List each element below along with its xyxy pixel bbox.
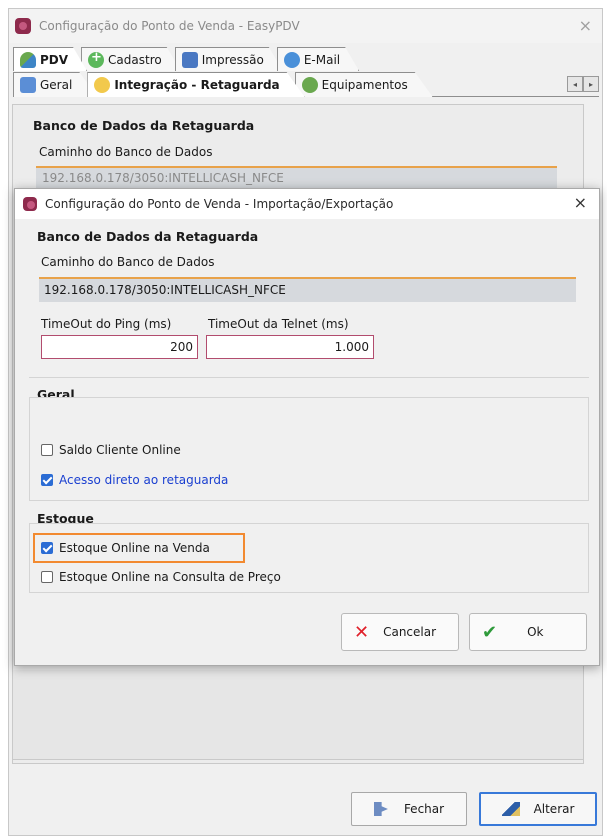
tab-equipamentos[interactable]: Equipamentos bbox=[295, 72, 433, 97]
checkbox-box bbox=[41, 474, 53, 486]
bg-path-label: Caminho do Banco de Dados bbox=[39, 145, 213, 159]
cancel-button[interactable]: ✕ Cancelar bbox=[341, 613, 459, 651]
checkbox-label: Estoque Online na Consulta de Preço bbox=[59, 570, 281, 584]
dialog-title-bar: Configuração do Ponto de Venda - Importa… bbox=[15, 189, 599, 219]
cancel-x-icon: ✕ bbox=[354, 621, 370, 643]
checkbox-box bbox=[41, 444, 53, 456]
divider bbox=[29, 377, 589, 378]
checkmark-icon: ✔ bbox=[482, 621, 498, 643]
dialog-title: Configuração do Ponto de Venda - Importa… bbox=[45, 197, 394, 211]
printer-icon bbox=[182, 52, 198, 68]
tab-pdv[interactable]: PDV bbox=[13, 47, 87, 71]
window-title: Configuração do Ponto de Venda - EasyPDV bbox=[39, 19, 300, 33]
scroll-left-button[interactable]: ◂ bbox=[567, 76, 583, 92]
sync-icon bbox=[94, 77, 110, 93]
email-icon bbox=[284, 52, 300, 68]
path-field[interactable]: 192.168.0.178/3050:INTELLICASH_NFCE bbox=[39, 277, 576, 302]
alterar-button[interactable]: Alterar bbox=[479, 792, 597, 826]
app-logo-icon bbox=[15, 18, 31, 34]
telnet-label: TimeOut da Telnet (ms) bbox=[208, 317, 349, 331]
ping-label: TimeOut do Ping (ms) bbox=[41, 317, 172, 331]
tab-email[interactable]: E-Mail bbox=[277, 47, 359, 71]
tab-label: PDV bbox=[40, 52, 69, 67]
path-label: Caminho do Banco de Dados bbox=[41, 255, 215, 269]
exit-icon bbox=[373, 802, 388, 816]
dialog-close-icon[interactable]: × bbox=[574, 193, 587, 212]
ok-label: Ok bbox=[527, 625, 544, 639]
app-logo-icon bbox=[23, 197, 37, 211]
top-tabs: PDV Cadastro Impressão E-Mail bbox=[13, 47, 353, 71]
checkbox-box bbox=[41, 542, 53, 554]
bg-path-field[interactable]: 192.168.0.178/3050:INTELLICASH_NFCE bbox=[36, 166, 557, 188]
alterar-label: Alterar bbox=[533, 802, 575, 816]
estoque-consulta-checkbox[interactable]: Estoque Online na Consulta de Preço bbox=[41, 570, 281, 584]
tab-label: Equipamentos bbox=[321, 78, 408, 92]
title-bar: Configuração do Ponto de Venda - EasyPDV… bbox=[9, 9, 602, 43]
sub-tabs: Geral Integração - Retaguarda Equipament… bbox=[13, 72, 599, 97]
tab-label: Geral bbox=[40, 78, 73, 92]
grid-icon bbox=[20, 77, 36, 93]
fechar-button[interactable]: Fechar bbox=[351, 792, 467, 826]
bottom-bar: Fechar Alterar bbox=[8, 776, 603, 836]
close-icon[interactable]: × bbox=[579, 16, 592, 35]
plus-icon bbox=[88, 52, 104, 68]
tab-geral[interactable]: Geral bbox=[13, 72, 97, 97]
ping-timeout-input[interactable]: 200 bbox=[41, 335, 198, 359]
estoque-venda-checkbox[interactable]: Estoque Online na Venda bbox=[41, 541, 210, 555]
tab-scroll-buttons: ◂ ▸ bbox=[567, 76, 599, 92]
cancel-label: Cancelar bbox=[383, 625, 437, 639]
acesso-direto-checkbox[interactable]: Acesso direto ao retaguarda bbox=[41, 473, 228, 487]
checkbox-label: Saldo Cliente Online bbox=[59, 443, 181, 457]
bg-panel-lower bbox=[12, 670, 584, 760]
tab-label: Integração - Retaguarda bbox=[114, 78, 280, 92]
checkbox-label: Acesso direto ao retaguarda bbox=[59, 473, 229, 487]
tab-impressao[interactable]: Impressão bbox=[175, 47, 283, 71]
tab-integracao-retaguarda[interactable]: Integração - Retaguarda bbox=[87, 72, 304, 97]
pdv-icon bbox=[20, 52, 36, 68]
fechar-label: Fechar bbox=[403, 802, 445, 816]
ok-button[interactable]: ✔ Ok bbox=[469, 613, 587, 651]
import-export-dialog: Configuração do Ponto de Venda - Importa… bbox=[14, 188, 600, 666]
checkbox-box bbox=[41, 571, 53, 583]
tab-label: Impressão bbox=[201, 52, 264, 67]
tab-cadastro[interactable]: Cadastro bbox=[81, 47, 181, 71]
tab-label: Cadastro bbox=[108, 52, 162, 67]
checkbox-label: Estoque Online na Venda bbox=[59, 541, 210, 555]
pen-icon bbox=[501, 802, 520, 816]
saldo-cliente-checkbox[interactable]: Saldo Cliente Online bbox=[41, 443, 181, 457]
tab-label: E-Mail bbox=[303, 52, 341, 67]
bg-group-title: Banco de Dados da Retaguarda bbox=[33, 118, 255, 133]
db-group-title: Banco de Dados da Retaguarda bbox=[37, 229, 259, 244]
scroll-right-button[interactable]: ▸ bbox=[583, 76, 599, 92]
telnet-timeout-input[interactable]: 1.000 bbox=[206, 335, 374, 359]
equipment-icon bbox=[302, 77, 318, 93]
